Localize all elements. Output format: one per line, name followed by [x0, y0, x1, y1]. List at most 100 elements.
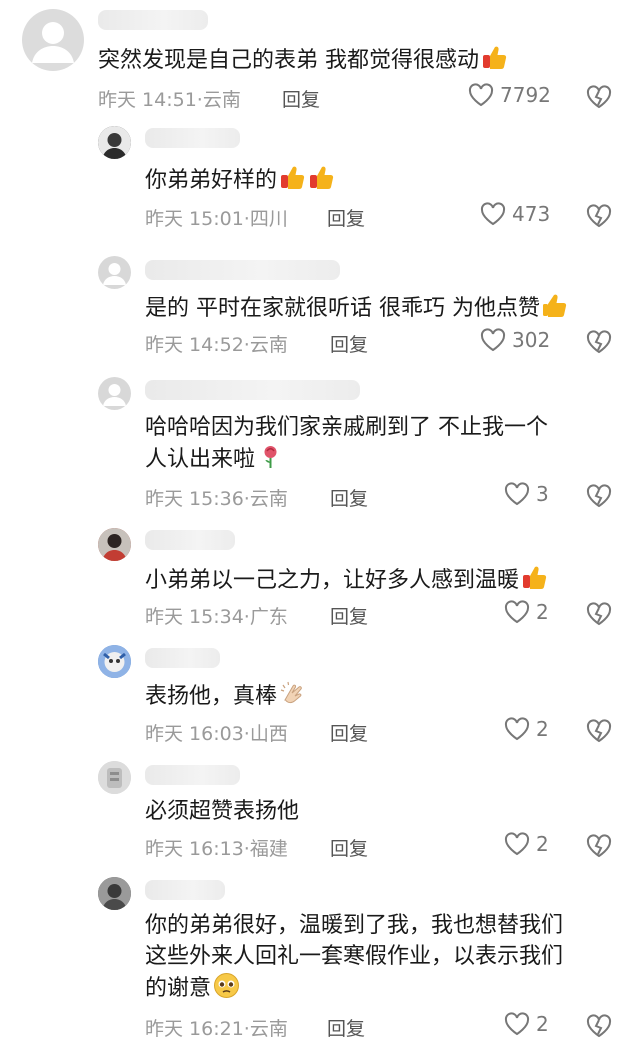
like-button[interactable]: 2 — [504, 600, 549, 624]
author-name-blurred[interactable] — [98, 10, 208, 30]
comment-text: 是的 平时在家就很听话 很乖巧 为他点赞 — [145, 292, 569, 324]
like-button[interactable]: 2 — [504, 717, 549, 741]
comment-text-line: 人认出来啦 — [145, 447, 256, 472]
broken-heart-icon[interactable] — [586, 833, 612, 859]
like-count: 2 — [536, 600, 549, 624]
heart-icon — [504, 832, 530, 856]
comment-text: 哈哈哈因为我们家亲戚刷到了 不止我一个 人认出来啦 — [145, 412, 548, 475]
author-name-blurred[interactable] — [145, 380, 360, 400]
user-photo-icon — [98, 645, 131, 678]
like-button[interactable]: 2 — [504, 832, 549, 856]
broken-heart-icon[interactable] — [586, 601, 612, 627]
pleading-face-icon — [213, 972, 240, 999]
user-photo-icon — [98, 528, 131, 561]
comment-item: 哈哈哈因为我们家亲戚刷到了 不止我一个 人认出来啦 昨天 15:36·云南 回复… — [0, 370, 640, 520]
avatar[interactable] — [98, 377, 131, 410]
reply-button[interactable]: 回复 — [327, 204, 365, 231]
comment-text-line: 这些外来人回礼一套寒假作业，以表示我们 — [145, 944, 564, 969]
broken-heart-icon[interactable] — [586, 1013, 612, 1039]
author-name-blurred[interactable] — [145, 128, 240, 148]
comment-text: 你弟弟好样的 — [145, 164, 335, 196]
avatar[interactable] — [98, 761, 131, 794]
avatar[interactable] — [22, 9, 84, 71]
comment-text-line: 小弟弟以一己之力，让好多人感到温暖 — [145, 568, 520, 593]
timestamp: 昨天 16:21 — [145, 1018, 244, 1040]
broken-heart-icon[interactable] — [586, 483, 612, 509]
location: 云南 — [249, 488, 288, 510]
timestamp: 昨天 15:34 — [145, 606, 244, 628]
broken-heart-icon[interactable] — [586, 718, 612, 744]
location: 云南 — [202, 89, 241, 111]
reply-button[interactable]: 回复 — [327, 1014, 365, 1041]
like-count: 2 — [536, 717, 549, 741]
reply-button[interactable]: 回复 — [330, 834, 368, 861]
comment-text: 必须超赞表扬他 — [145, 796, 299, 827]
like-button[interactable]: 7792 — [468, 83, 551, 107]
comment-text: 表扬他，真棒 — [145, 680, 306, 712]
comment-meta: 昨天 15:01·四川 — [145, 204, 288, 231]
thumbs-up-icon — [308, 164, 335, 191]
comment-text-line: 的谢意 — [145, 976, 212, 1001]
like-button[interactable]: 3 — [504, 482, 549, 506]
comment-meta: 昨天 15:34·广东 — [145, 602, 288, 629]
location: 福建 — [249, 838, 288, 860]
comment-meta: 昨天 15:36·云南 — [145, 484, 288, 511]
rose-icon — [257, 443, 284, 470]
default-avatar-icon — [103, 384, 126, 406]
comment-text-line: 必须超赞表扬他 — [145, 799, 300, 824]
author-name-blurred[interactable] — [145, 260, 340, 280]
location: 广东 — [249, 606, 288, 628]
comment-text-line: 哈哈哈因为我们家亲戚刷到了 不止我一个 — [145, 415, 548, 440]
like-button[interactable]: 473 — [480, 202, 550, 226]
default-avatar-icon — [103, 263, 126, 285]
heart-icon — [504, 1012, 530, 1036]
avatar[interactable] — [98, 645, 131, 678]
timestamp: 昨天 15:36 — [145, 488, 244, 510]
user-photo-icon — [98, 761, 131, 794]
default-avatar-icon — [32, 22, 74, 63]
comment-text-line: 你弟弟好样的 — [145, 168, 278, 193]
timestamp: 昨天 16:13 — [145, 838, 244, 860]
reply-button[interactable]: 回复 — [330, 602, 368, 629]
comment-text: 小弟弟以一己之力，让好多人感到温暖 — [145, 564, 548, 596]
author-name-blurred[interactable] — [145, 530, 235, 550]
reply-button[interactable]: 回复 — [330, 330, 368, 357]
author-name-blurred[interactable] — [145, 648, 220, 668]
thumbs-up-icon — [481, 44, 508, 71]
comment-item: 必须超赞表扬他 昨天 16:13·福建 回复 2 — [0, 756, 640, 872]
heart-icon — [504, 482, 530, 506]
like-count: 302 — [512, 328, 551, 352]
like-count: 3 — [536, 482, 549, 506]
reply-button[interactable]: 回复 — [282, 85, 320, 112]
comment-thread: 突然发现是自己的表弟 我都觉得很感动 昨天 14:51·云南 回复 7792 你… — [0, 0, 640, 1053]
like-button[interactable]: 2 — [504, 1012, 549, 1036]
location: 云南 — [249, 334, 288, 356]
like-button[interactable]: 302 — [480, 328, 550, 352]
reply-button[interactable]: 回复 — [330, 484, 368, 511]
location: 山西 — [249, 723, 288, 745]
user-photo-icon — [98, 877, 131, 910]
comment-meta: 昨天 16:21·云南 — [145, 1014, 288, 1041]
comment-text: 突然发现是自己的表弟 我都觉得很感动 — [98, 44, 508, 76]
avatar[interactable] — [98, 256, 131, 289]
comment-item: 表扬他，真棒 昨天 16:03·山西 回复 2 — [0, 640, 640, 756]
author-name-blurred[interactable] — [145, 765, 240, 785]
comment-text-line: 是的 平时在家就很听话 很乖巧 为他点赞 — [145, 296, 540, 321]
avatar[interactable] — [98, 877, 131, 910]
broken-heart-icon[interactable] — [586, 329, 612, 355]
broken-heart-icon[interactable] — [586, 203, 612, 229]
broken-heart-icon[interactable] — [586, 84, 612, 110]
heart-icon — [504, 600, 530, 624]
like-count: 2 — [536, 832, 549, 856]
comment-item: 你的弟弟很好，温暖到了我，我也想替我们 这些外来人回礼一套寒假作业，以表示我们 … — [0, 872, 640, 1053]
avatar[interactable] — [98, 126, 131, 159]
user-photo-icon — [98, 126, 131, 159]
thumbs-up-icon — [542, 292, 569, 319]
avatar[interactable] — [98, 528, 131, 561]
comment-meta: 昨天 16:13·福建 — [145, 834, 288, 861]
thumbs-up-icon — [279, 164, 306, 191]
reply-button[interactable]: 回复 — [330, 719, 368, 746]
comment-text-line: 表扬他，真棒 — [145, 684, 278, 709]
author-name-blurred[interactable] — [145, 880, 225, 900]
comment-item: 小弟弟以一己之力，让好多人感到温暖 昨天 15:34·广东 回复 2 — [0, 522, 640, 642]
